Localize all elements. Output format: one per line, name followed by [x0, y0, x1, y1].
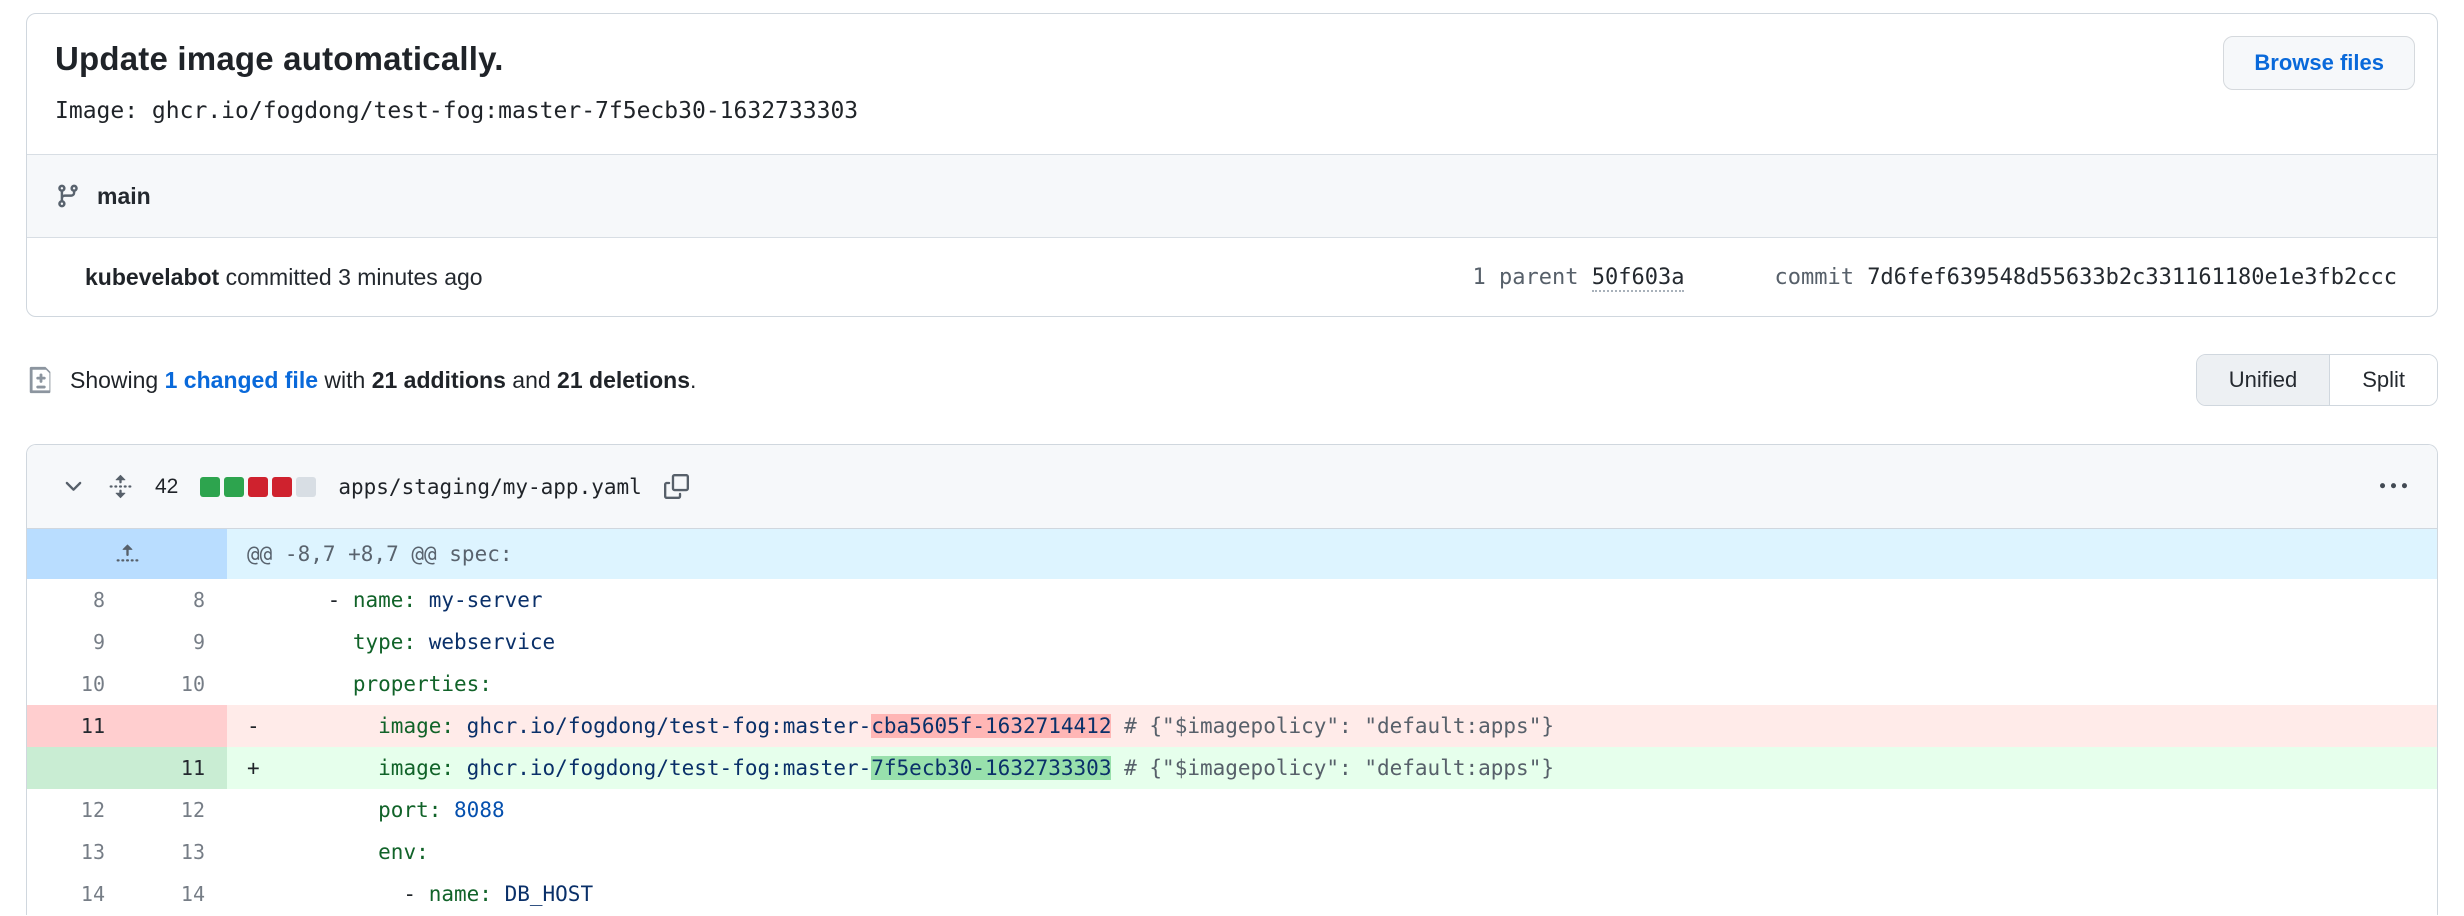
commit-label: commit [1774, 265, 1867, 290]
commit-page: Update image automatically. Image: ghcr.… [0, 0, 2464, 915]
commit-sha-group: commit 7d6fef639548d55633b2c331161180e1e… [1774, 265, 2397, 290]
new-line-number[interactable]: 11 [127, 747, 227, 789]
changed-files-summary: Showing 1 changed file with 21 additions… [70, 367, 696, 394]
diff-file-card: 42 apps/staging/my-app.yaml @@ -8,7 +8,7… [26, 444, 2438, 915]
diff-summary-toolbar: Showing 1 changed file with 21 additions… [26, 353, 2438, 407]
additions-count: 21 additions [372, 367, 506, 393]
old-line-number[interactable]: 9 [27, 621, 127, 663]
file-changes-count: 42 [155, 475, 178, 499]
hunk-header-text: @@ -8,7 +8,7 @@ spec: [227, 529, 2437, 579]
new-line-number[interactable]: 10 [127, 663, 227, 705]
summary-suffix: . [690, 367, 696, 393]
code-line: type: webservice [277, 630, 555, 654]
new-line-number[interactable]: 14 [127, 873, 227, 915]
code-line: image: ghcr.io/fogdong/test-fog:master-c… [277, 714, 1554, 738]
code-line: port: 8088 [277, 798, 505, 822]
code-cell: + image: ghcr.io/fogdong/test-fog:master… [227, 747, 2437, 789]
parent-sha-link[interactable]: 50f603a [1592, 265, 1685, 292]
commit-description: Image: ghcr.io/fogdong/test-fog:master-7… [55, 98, 2409, 124]
code-line: env: [277, 840, 429, 864]
branch-row: main [27, 154, 2437, 238]
copy-icon [664, 474, 689, 499]
old-line-number[interactable]: 10 [27, 663, 127, 705]
commit-meta-row: kubevelabot committed 3 minutes ago 1 pa… [27, 238, 2437, 316]
diff-marker: + [247, 747, 277, 789]
unified-view-button[interactable]: Unified [2197, 355, 2329, 405]
summary-mid1: with [318, 367, 372, 393]
old-line-number[interactable] [27, 747, 127, 789]
code-line: properties: [277, 672, 492, 696]
code-cell: - image: ghcr.io/fogdong/test-fog:master… [227, 705, 2437, 747]
split-view-button[interactable]: Split [2329, 355, 2437, 405]
diffstat [200, 477, 316, 497]
git-branch-icon [55, 183, 81, 209]
summary-mid2: and [506, 367, 557, 393]
code-cell: port: 8088 [227, 789, 2437, 831]
old-line-number[interactable]: 8 [27, 579, 127, 621]
new-line-number[interactable]: 8 [127, 579, 227, 621]
committer-line: kubevelabot committed 3 minutes ago [85, 264, 483, 291]
commit-title: Update image automatically. [55, 40, 2409, 78]
code-cell: - name: my-server [227, 579, 2437, 621]
code-line: image: ghcr.io/fogdong/test-fog:master-7… [277, 756, 1554, 780]
old-line-number[interactable]: 12 [27, 789, 127, 831]
new-line-number[interactable]: 13 [127, 831, 227, 873]
diff-rows: 88 - name: my-server99 type: webservice1… [27, 579, 2437, 915]
code-cell: - name: DB_HOST [227, 873, 2437, 915]
code-cell: type: webservice [227, 621, 2437, 663]
diff-row: 88 - name: my-server [27, 579, 2437, 621]
committed-time: committed 3 minutes ago [219, 264, 482, 290]
parent-label: 1 parent [1473, 265, 1592, 290]
old-line-number[interactable]: 11 [27, 705, 127, 747]
file-options-button[interactable] [2380, 473, 2407, 500]
diffstat-block-green [200, 477, 220, 497]
branch-name: main [97, 183, 151, 210]
code-line: - name: DB_HOST [277, 882, 593, 906]
deletions-count: 21 deletions [557, 367, 690, 393]
diffstat-block-red [248, 477, 268, 497]
diff-row: 1212 port: 8088 [27, 789, 2437, 831]
code-cell: properties: [227, 663, 2437, 705]
diffstat-block-neutral [296, 477, 316, 497]
diff-marker: - [247, 705, 277, 747]
new-line-number[interactable]: 9 [127, 621, 227, 663]
old-line-number[interactable]: 13 [27, 831, 127, 873]
parent-group: 1 parent 50f603a [1473, 265, 1685, 290]
diff-row: 11 - image: ghcr.io/fogdong/test-fog:mast… [27, 705, 2437, 747]
kebab-horizontal-icon [2380, 473, 2407, 500]
collapse-file-button[interactable] [61, 474, 86, 499]
browse-files-button[interactable]: Browse files [2223, 36, 2415, 90]
file-path: apps/staging/my-app.yaml [338, 475, 641, 499]
diffstat-block-green [224, 477, 244, 497]
summary-prefix: Showing [70, 367, 165, 393]
commit-head: Update image automatically. Image: ghcr.… [27, 14, 2437, 154]
old-line-number[interactable]: 14 [27, 873, 127, 915]
diff-row: 99 type: webservice [27, 621, 2437, 663]
hunk-header-row: @@ -8,7 +8,7 @@ spec: [27, 529, 2437, 579]
diff-row: 1010 properties: [27, 663, 2437, 705]
expand-hunk-button[interactable] [27, 529, 227, 579]
code-line: - name: my-server [277, 588, 543, 612]
new-line-number[interactable] [127, 705, 227, 747]
new-line-number[interactable]: 12 [127, 789, 227, 831]
expand-all-button[interactable] [108, 474, 133, 499]
commit-meta-right: 1 parent 50f603a commit 7d6fef639548d556… [1473, 265, 2397, 290]
unfold-icon [108, 474, 133, 499]
commit-sha: 7d6fef639548d55633b2c331161180e1e3fb2ccc [1867, 265, 2397, 290]
diffstat-block-red [272, 477, 292, 497]
diff-row: 11+ image: ghcr.io/fogdong/test-fog:mast… [27, 747, 2437, 789]
chevron-down-icon [61, 474, 86, 499]
diff-row: 1313 env: [27, 831, 2437, 873]
diff-row: 1414 - name: DB_HOST [27, 873, 2437, 915]
code-cell: env: [227, 831, 2437, 873]
commit-card: Update image automatically. Image: ghcr.… [26, 13, 2438, 317]
changed-files-link[interactable]: 1 changed file [165, 367, 318, 393]
file-header: 42 apps/staging/my-app.yaml [27, 445, 2437, 529]
file-diff-icon [26, 365, 56, 395]
copy-path-button[interactable] [664, 474, 689, 499]
fold-up-icon [115, 542, 140, 567]
committer-login[interactable]: kubevelabot [85, 264, 219, 290]
diff-view-toggle: Unified Split [2196, 354, 2438, 406]
